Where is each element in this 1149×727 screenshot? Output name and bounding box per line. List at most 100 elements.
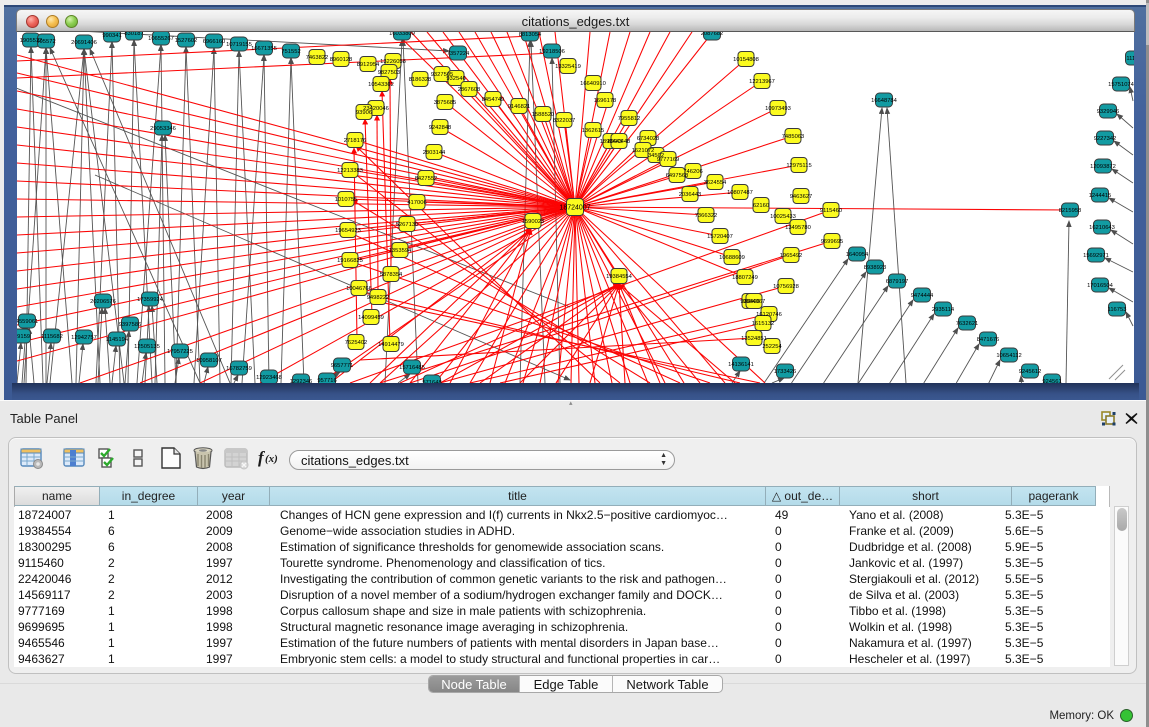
svg-text:16120746: 16120746 — [756, 312, 782, 318]
svg-text:8912954: 8912954 — [357, 62, 380, 68]
svg-text:9227342: 9227342 — [1094, 136, 1117, 142]
svg-text:9242848: 9242848 — [429, 125, 452, 131]
svg-text:2867608: 2867608 — [458, 87, 481, 93]
svg-text:14914479: 14914479 — [378, 342, 404, 348]
svg-text:751552: 751552 — [281, 49, 300, 55]
svg-text:932546: 932546 — [446, 76, 465, 82]
svg-text:7366322: 7366322 — [695, 213, 718, 219]
svg-text:9474444: 9474444 — [911, 293, 934, 299]
svg-text:10654112: 10654112 — [996, 353, 1021, 359]
svg-text:16782759: 16782759 — [226, 366, 252, 372]
svg-text:1145194: 1145194 — [106, 337, 129, 343]
svg-text:13524851: 13524851 — [741, 336, 767, 342]
svg-text:6966160: 6966160 — [203, 39, 226, 45]
svg-text:3875685: 3875685 — [434, 100, 457, 106]
svg-text:2803144: 2803144 — [423, 150, 446, 156]
svg-text:19384554: 19384554 — [606, 274, 633, 280]
svg-text:417006: 417006 — [407, 200, 426, 206]
svg-text:18807249: 18807249 — [732, 275, 758, 281]
svg-text:8215958: 8215958 — [1059, 208, 1082, 214]
svg-text:14099459: 14099459 — [358, 315, 384, 321]
svg-text:990341: 990341 — [102, 33, 121, 39]
svg-text:6879197: 6879197 — [886, 279, 909, 285]
svg-text:5267130: 5267130 — [396, 222, 419, 228]
svg-text:1965492: 1965492 — [780, 253, 803, 259]
svg-text:17016504: 17016504 — [1087, 283, 1114, 289]
svg-text:9463627: 9463627 — [790, 194, 813, 200]
svg-text:12942757: 12942757 — [71, 335, 97, 341]
svg-text:8960128: 8960128 — [330, 57, 353, 63]
svg-text:830187: 830187 — [124, 32, 143, 37]
svg-text:1010755: 1010755 — [335, 197, 358, 203]
svg-text:93906: 93906 — [356, 110, 372, 116]
svg-text:1527602: 1527602 — [175, 38, 198, 44]
svg-text:10543362: 10543362 — [368, 82, 394, 88]
svg-text:1362615: 1362615 — [582, 128, 605, 134]
svg-text:16033809: 16033809 — [389, 32, 415, 37]
svg-text:1292346: 1292346 — [290, 379, 313, 383]
svg-text:8322037: 8322037 — [553, 118, 576, 124]
svg-text:12923468: 12923468 — [256, 375, 282, 381]
svg-text:7625402: 7625402 — [345, 340, 368, 346]
svg-text:16640910: 16640910 — [580, 81, 606, 87]
svg-text:15692971: 15692971 — [1083, 253, 1109, 259]
svg-text:8990448: 8990448 — [608, 139, 631, 145]
svg-text:10046766: 10046766 — [346, 286, 372, 292]
svg-text:4559061: 4559061 — [17, 319, 38, 325]
svg-text:12093872: 12093872 — [1090, 164, 1116, 170]
svg-text:957716: 957716 — [317, 378, 336, 383]
svg-text:7463822: 7463822 — [306, 55, 329, 61]
svg-text:10973493: 10973493 — [765, 106, 791, 112]
svg-text:17957225: 17957225 — [167, 349, 193, 355]
svg-text:17359924: 17359924 — [137, 297, 164, 303]
svg-text:1588520: 1588520 — [532, 112, 555, 118]
svg-text:20206576: 20206576 — [90, 299, 116, 305]
svg-text:9329946: 9329946 — [1097, 109, 1120, 115]
svg-text:2935114: 2935114 — [932, 307, 955, 313]
svg-text:19218506: 19218506 — [539, 49, 565, 55]
svg-text:1615132: 1615132 — [752, 321, 775, 327]
svg-text:8938923: 8938923 — [864, 265, 887, 271]
svg-text:13226058: 13226058 — [380, 59, 406, 65]
svg-text:1640954: 1640954 — [846, 252, 869, 258]
svg-text:1733426: 1733426 — [774, 369, 797, 375]
svg-text:7357224: 7357224 — [447, 51, 470, 57]
svg-text:10807487: 10807487 — [727, 190, 753, 196]
svg-text:15751074: 15751074 — [1108, 82, 1134, 88]
svg-text:12975115: 12975115 — [786, 163, 811, 169]
svg-text:9498222: 9498222 — [367, 295, 390, 301]
svg-text:16210643: 16210643 — [1089, 225, 1115, 231]
svg-text:10655267: 10655267 — [148, 36, 174, 42]
svg-text:9777169: 9777169 — [657, 157, 680, 163]
svg-text:9827503: 9827503 — [378, 70, 401, 76]
svg-text:2718176: 2718176 — [344, 138, 367, 144]
svg-text:9146821: 9146821 — [508, 104, 531, 110]
svg-text:9397586: 9397586 — [119, 322, 142, 328]
svg-text:1244415: 1244415 — [1089, 193, 1112, 199]
svg-text:9699695: 9699695 — [821, 239, 844, 245]
svg-text:(x): (x) — [265, 453, 278, 465]
svg-text:8427552: 8427552 — [415, 176, 438, 182]
svg-text:12505135: 12505135 — [134, 344, 160, 350]
svg-text:12213383: 12213383 — [337, 168, 363, 174]
svg-text:20691406: 20691406 — [71, 40, 97, 46]
svg-text:16671355: 16671355 — [251, 46, 277, 52]
svg-text:5878354: 5878354 — [380, 272, 403, 278]
svg-text:252254: 252254 — [762, 344, 782, 350]
svg-text:3624554: 3624554 — [704, 180, 727, 186]
svg-text:13325419: 13325419 — [555, 64, 581, 70]
svg-text:9245612: 9245612 — [1019, 369, 1042, 375]
svg-text:6497568: 6497568 — [666, 173, 689, 179]
svg-text:13495780: 13495780 — [785, 225, 811, 231]
svg-text:15720407: 15720407 — [707, 234, 733, 240]
svg-text:16648784: 16648784 — [871, 98, 898, 104]
svg-text:10025433: 10025433 — [770, 214, 796, 220]
svg-text:2087682: 2087682 — [701, 32, 724, 37]
svg-text:18724007: 18724007 — [559, 205, 590, 212]
svg-text:8454749: 8454749 — [482, 97, 505, 103]
svg-text:7632621: 7632621 — [956, 321, 979, 327]
svg-text:7955812: 7955812 — [618, 116, 641, 122]
svg-text:2036443: 2036443 — [679, 192, 702, 198]
svg-text:1696178: 1696178 — [594, 98, 617, 104]
svg-text:7485063: 7485063 — [782, 134, 805, 140]
